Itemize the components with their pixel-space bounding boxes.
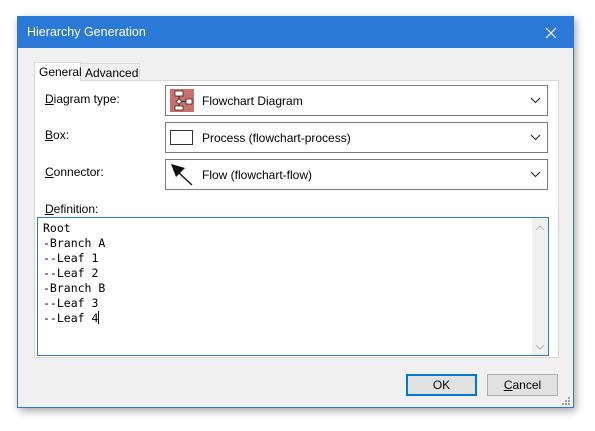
- connector-value: Flow (flowchart-flow): [202, 168, 313, 182]
- diagram-type-value: Flowchart Diagram: [202, 94, 303, 108]
- window-title: Hierarchy Generation: [27, 25, 146, 39]
- definition-textarea[interactable]: Root -Branch A --Leaf 1 --Leaf 2 -Branch…: [37, 217, 549, 356]
- flow-arrow-icon: [170, 163, 194, 186]
- chevron-down-icon: [530, 169, 541, 180]
- cancel-button[interactable]: Cancel: [487, 374, 558, 396]
- definition-text: Root -Branch A --Leaf 1 --Leaf 2 -Branch…: [43, 221, 106, 325]
- title-bar[interactable]: Hierarchy Generation: [18, 17, 573, 48]
- resize-grip-icon[interactable]: [561, 395, 571, 405]
- hierarchy-generation-dialog: Hierarchy Generation General Advanced Di…: [17, 16, 574, 408]
- scroll-down-icon[interactable]: [535, 341, 545, 351]
- process-shape-icon: [170, 126, 194, 149]
- general-tab-panel: Diagram type: Flowchart Diagram Box: Pro…: [34, 80, 559, 358]
- vertical-scrollbar[interactable]: [532, 218, 548, 355]
- tab-advanced[interactable]: Advanced: [81, 63, 140, 81]
- connector-dropdown[interactable]: Flow (flowchart-flow): [165, 159, 548, 190]
- scroll-up-icon[interactable]: [535, 222, 545, 232]
- text-caret: [98, 311, 100, 324]
- flowchart-diagram-icon: [170, 89, 194, 112]
- close-icon[interactable]: [529, 17, 573, 48]
- chevron-down-icon: [530, 95, 541, 106]
- chevron-down-icon: [530, 132, 541, 143]
- definition-label: Definition:: [45, 202, 99, 216]
- connector-label: Connector:: [45, 165, 104, 179]
- box-value: Process (flowchart-process): [202, 131, 351, 145]
- box-label: Box:: [45, 128, 70, 142]
- diagram-type-label: Diagram type:: [45, 92, 120, 106]
- tab-general[interactable]: General: [34, 62, 82, 81]
- box-dropdown[interactable]: Process (flowchart-process): [165, 122, 548, 153]
- ok-button[interactable]: OK: [406, 374, 477, 396]
- diagram-type-dropdown[interactable]: Flowchart Diagram: [165, 85, 548, 116]
